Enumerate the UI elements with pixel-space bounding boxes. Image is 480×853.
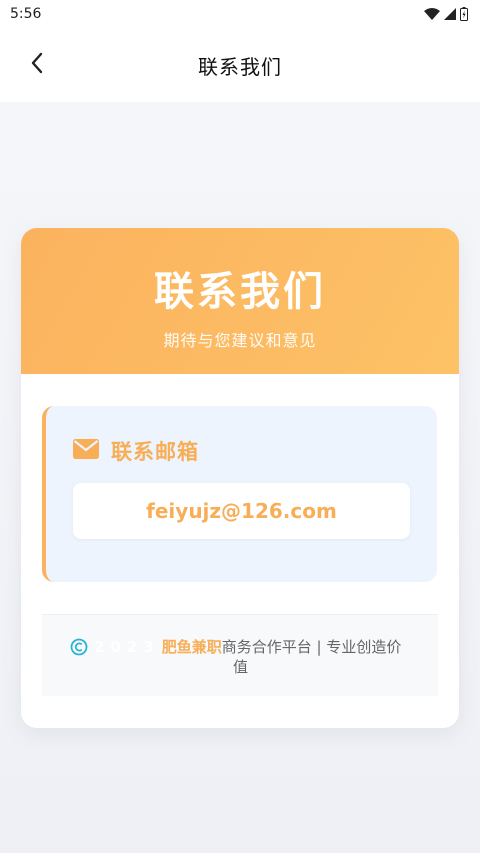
email-address[interactable]: feiyujz@126.com [146,499,337,523]
contact-card: 联系我们 期待与您建议和意见 联系邮箱 feiyujz@126.com 2023… [21,228,459,728]
email-heading: 联系邮箱 [73,436,199,466]
email-value-box[interactable]: feiyujz@126.com [73,483,410,539]
email-section: 联系邮箱 feiyujz@126.com [42,406,437,582]
wifi-icon [424,8,440,20]
battery-icon [460,7,468,21]
hero-title: 联系我们 [154,269,326,315]
footer-year: 2023 [94,638,160,656]
footer-brand: 肥鱼兼职 [161,638,222,656]
envelope-icon [73,439,99,463]
card-hero: 联系我们 期待与您建议和意见 [21,228,459,374]
footer: 2023 肥鱼兼职 商务合作平台 | 专业创造价 值 [42,614,438,696]
hero-subtitle: 期待与您建议和意见 [163,331,317,350]
footer-line: 2023 肥鱼兼职 商务合作平台 | 专业创造价 [70,637,412,657]
status-bar: 5:56 [0,0,480,28]
page-title: 联系我们 [198,54,282,79]
copyright-icon [70,638,88,656]
app-header: 联系我们 [0,28,480,102]
footer-tagline-wrap: 值 [233,658,249,676]
cellular-icon [444,8,456,20]
email-label: 联系邮箱 [111,440,199,464]
back-button[interactable] [22,50,52,80]
footer-tagline: 商务合作平台 | 专业创造价 [221,638,402,656]
status-icons [424,7,468,21]
status-time: 5:56 [10,6,42,22]
back-arrow-icon [30,52,44,78]
